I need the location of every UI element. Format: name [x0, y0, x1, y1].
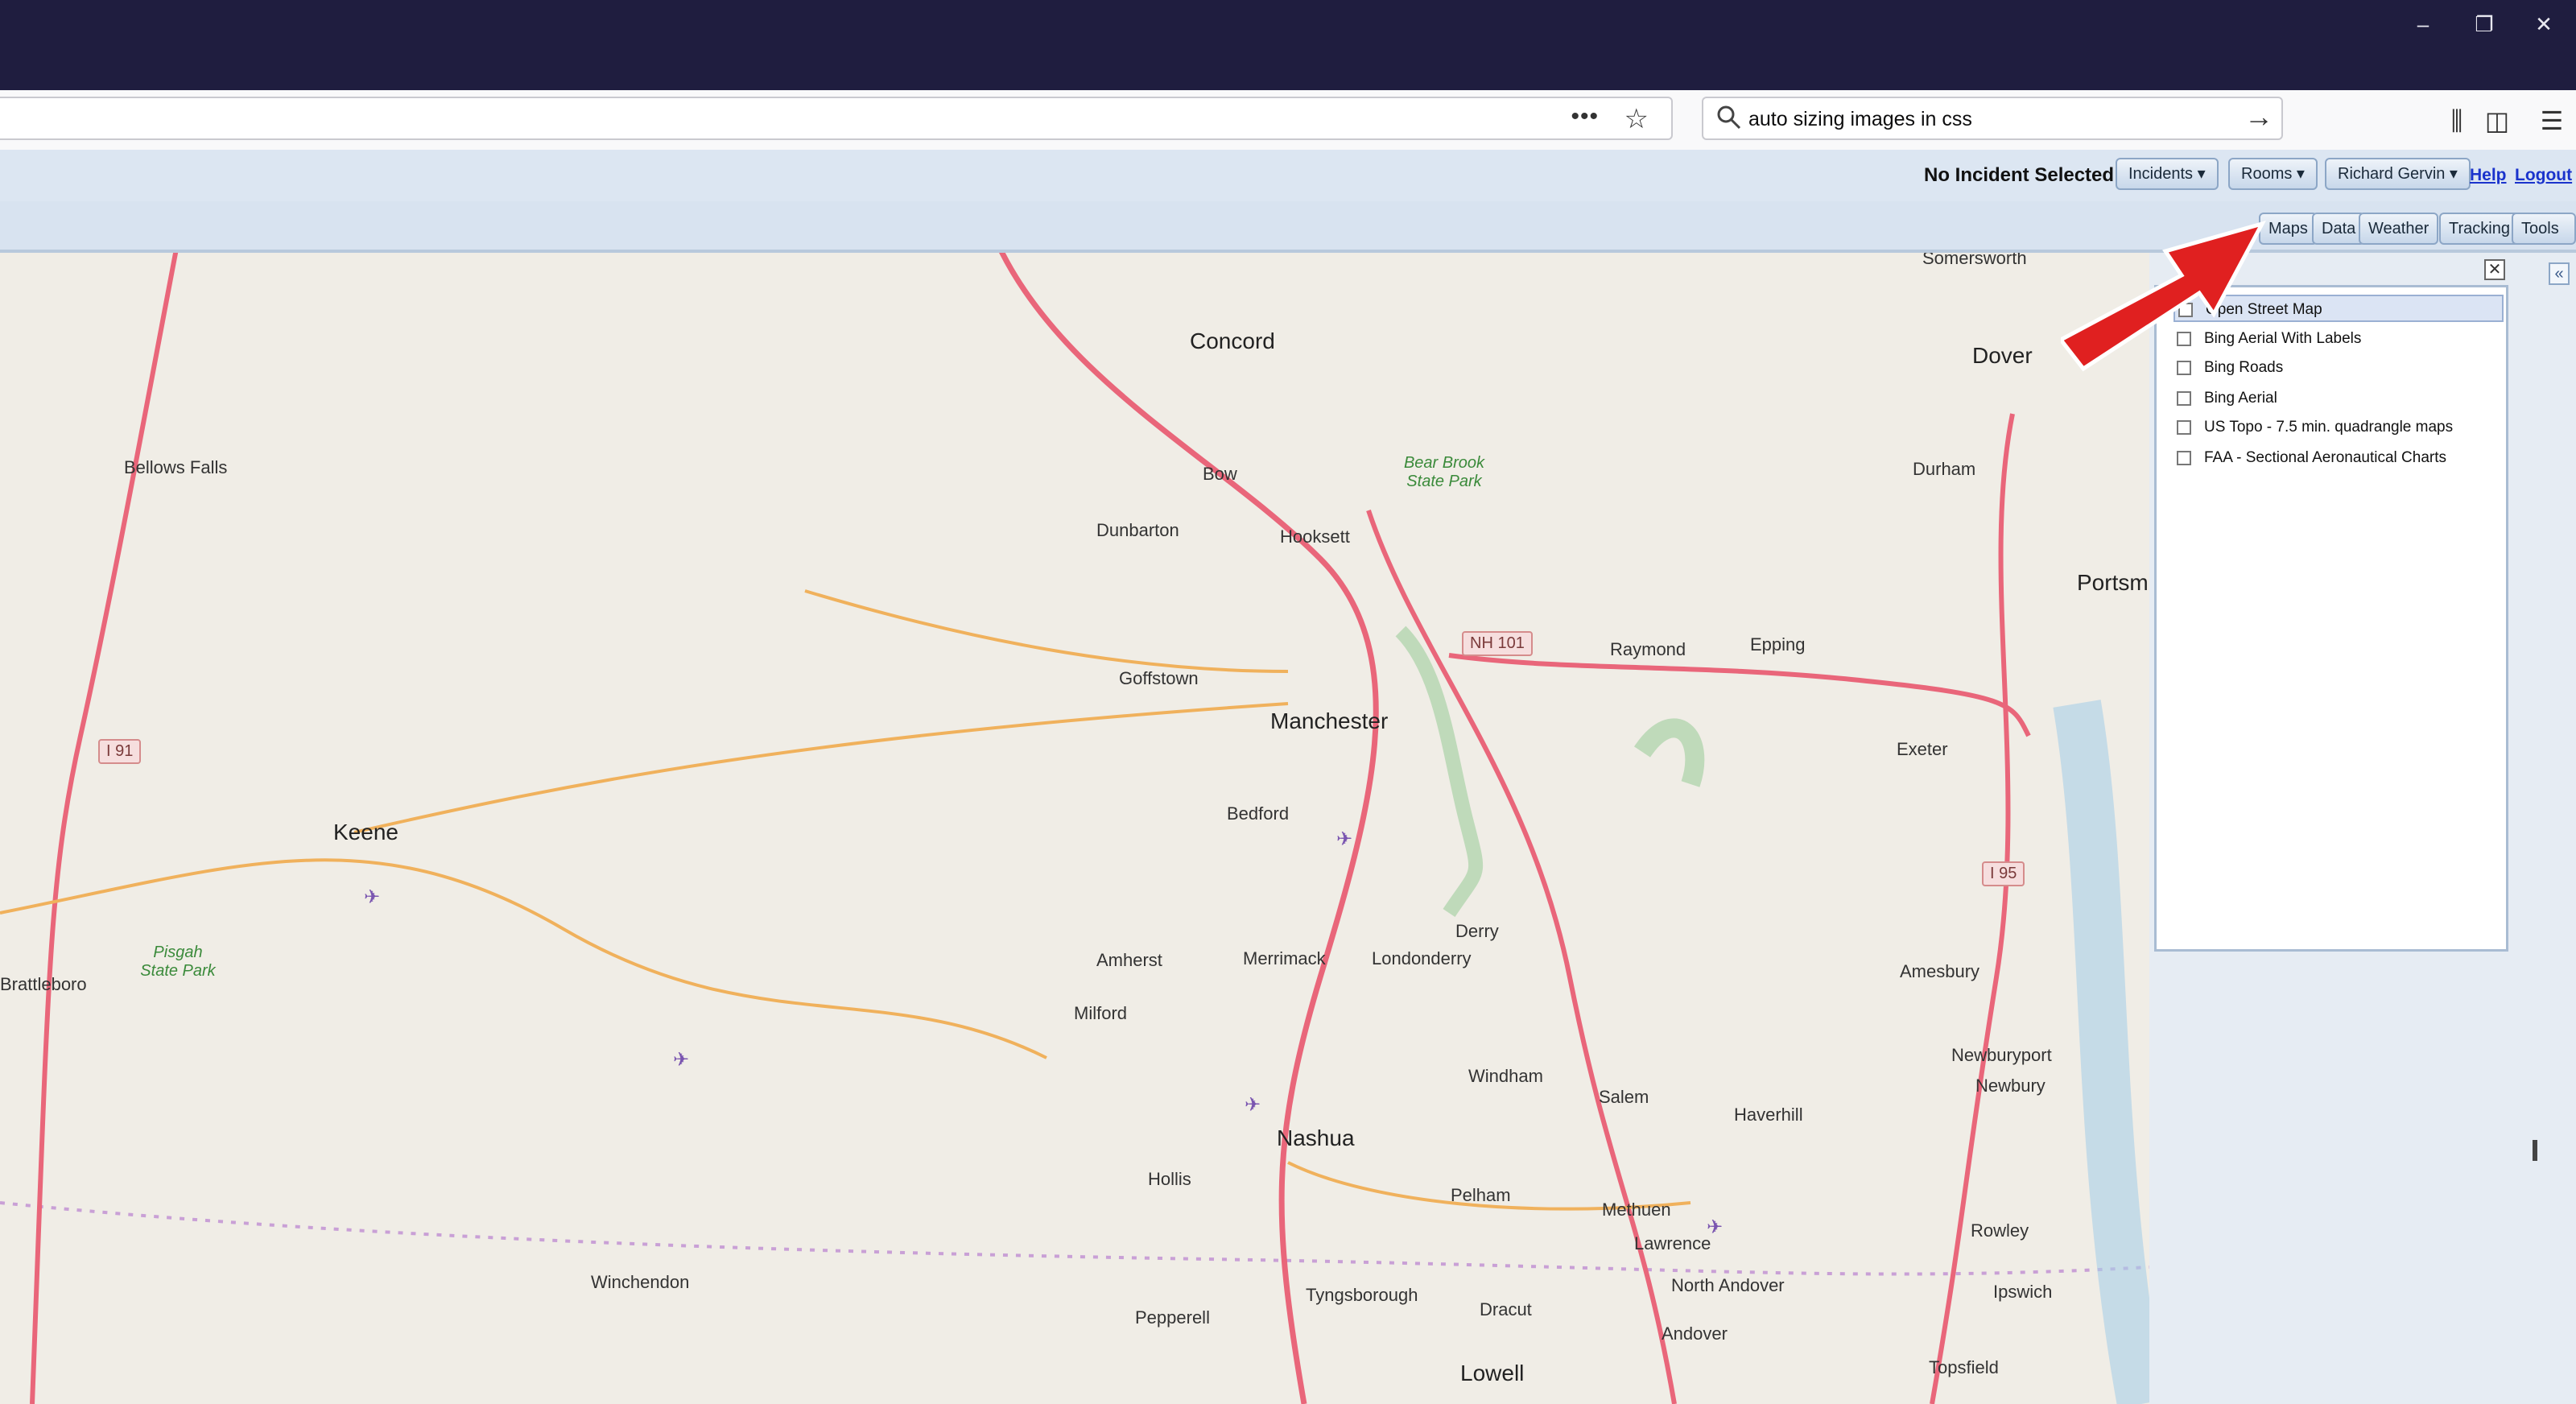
layer-checkbox[interactable] [2177, 391, 2191, 406]
map-label: Londonderry [1372, 948, 1472, 968]
map-label: Merrimack [1243, 948, 1326, 968]
tab-tracking[interactable]: Tracking [2439, 213, 2520, 245]
library-icon[interactable]: ⫼ [2439, 103, 2475, 138]
user-menu[interactable]: Richard Gervin ▾ [2325, 158, 2471, 190]
map-label: Winchendon [591, 1272, 690, 1292]
layer-label: US Topo - 7.5 min. quadrangle maps [2204, 419, 2454, 436]
tab-data[interactable]: Data [2312, 213, 2366, 245]
map-label: Ipswich [1993, 1282, 2053, 1302]
layer-item[interactable]: US Topo - 7.5 min. quadrangle maps [2174, 414, 2504, 441]
bookmark-star-icon[interactable]: ☆ [1624, 103, 1649, 135]
tab-tools[interactable]: Tools ▾ [2512, 213, 2576, 266]
route-shield: I 91 [98, 739, 142, 764]
map-label: Bellows Falls [124, 457, 228, 477]
layer-item[interactable]: Bing Aerial [2174, 385, 2504, 412]
search-bar[interactable]: auto sizing images in css → [1702, 97, 2283, 140]
page-actions-icon[interactable]: ••• [1571, 103, 1599, 130]
map-label: Durham [1913, 459, 1976, 479]
map-label: Salem [1599, 1087, 1649, 1107]
rooms-menu[interactable]: Rooms ▾ [2228, 158, 2318, 190]
airport-icon: ✈ [1707, 1216, 1724, 1238]
incidents-menu[interactable]: Incidents ▾ [2116, 158, 2219, 190]
browser-toolbar: ••• ☆ auto sizing images in css → ⫼ ◫ ☰ [0, 90, 2576, 151]
map-label: Keene [333, 820, 398, 844]
restore-button[interactable]: ❐ [2460, 6, 2508, 42]
airport-icon: ✈ [364, 886, 381, 908]
layer-label: Bing Aerial [2204, 390, 2277, 407]
annotation-arrow-icon [2061, 220, 2266, 372]
map-label: Lawrence [1634, 1233, 1711, 1253]
map-label: North Andover [1671, 1275, 1785, 1295]
airport-icon: ✈ [1336, 828, 1353, 850]
search-icon [1717, 105, 1741, 130]
map-label: Nashua [1277, 1125, 1355, 1150]
map-label: Pelham [1451, 1185, 1511, 1205]
close-window-button[interactable]: ✕ [2520, 6, 2568, 42]
route-shield: NH 101 [1462, 631, 1533, 656]
map-label: Exeter [1897, 739, 1948, 759]
map-label: Dracut [1480, 1299, 1532, 1319]
airport-icon: ✈ [673, 1049, 690, 1071]
map-label: Haverhill [1734, 1105, 1803, 1125]
incident-status: No Incident Selected [1924, 164, 2115, 186]
map-label: Topsfield [1929, 1357, 1999, 1377]
map-label: Amherst [1096, 950, 1162, 970]
map-label: Brattleboro [0, 974, 87, 994]
map-label: Hooksett [1280, 526, 1350, 547]
map-label: Goffstown [1119, 668, 1199, 688]
map-label: Bow [1203, 464, 1237, 484]
layer-label: FAA - Sectional Aeronautical Charts [2204, 449, 2446, 466]
menu-icon[interactable]: ☰ [2534, 103, 2570, 138]
map-label: Bedford [1227, 803, 1290, 824]
map-park-label: Bear Brook State Park [1403, 454, 1485, 490]
layer-checkbox[interactable] [2177, 420, 2191, 435]
search-go-icon[interactable]: → [2244, 100, 2273, 134]
map-label: Windham [1468, 1066, 1543, 1086]
map-label: Lowell [1460, 1361, 1525, 1385]
tab-weather[interactable]: Weather [2359, 213, 2439, 245]
map-park-label: Pisgah State Park [140, 944, 216, 980]
title-bar: – ❐ ✕ [0, 0, 2576, 90]
map-label: Newburyport [1951, 1045, 2052, 1065]
app-header: No Incident Selected Incidents ▾ Rooms ▾… [0, 150, 2576, 203]
map-label: Methuen [1602, 1200, 1671, 1220]
map-label: Concord [1190, 328, 1275, 353]
scroll-marker [2533, 1140, 2537, 1161]
map-label: Derry [1455, 921, 1499, 941]
url-bar[interactable]: ••• ☆ [0, 97, 1673, 140]
map-label: Dover [1972, 343, 2033, 368]
airport-icon: ✈ [1245, 1094, 1261, 1116]
route-shield: I 95 [1982, 861, 2025, 886]
map-label: Somersworth [1922, 253, 2027, 268]
map-label: Rowley [1971, 1220, 2029, 1241]
layer-checkbox[interactable] [2177, 451, 2191, 465]
map-roads [0, 253, 2149, 1404]
map-label: Hollis [1148, 1169, 1191, 1189]
map-label: Amesbury [1900, 961, 1980, 981]
sidebar-icon[interactable]: ◫ [2479, 103, 2515, 138]
search-input[interactable]: auto sizing images in css [1748, 108, 1972, 131]
collapse-panel-icon[interactable]: « [2549, 262, 2570, 285]
map-label: Pepperell [1135, 1307, 1210, 1328]
map-label: Newbury [1975, 1076, 2046, 1096]
layer-item[interactable]: FAA - Sectional Aeronautical Charts [2174, 444, 2504, 472]
map-canvas[interactable]: Concord Manchester Keene Nashua Lowell D… [0, 253, 2149, 1404]
map-label: Dunbarton [1096, 520, 1179, 540]
close-icon[interactable]: ✕ [2484, 259, 2505, 280]
map-label: Andover [1662, 1323, 1728, 1344]
map-label: Raymond [1610, 639, 1686, 659]
map-label: Epping [1750, 634, 1806, 655]
help-link[interactable]: Help [2470, 166, 2507, 185]
map-label: Portsm [2077, 570, 2149, 595]
map-label: Manchester [1270, 708, 1389, 733]
map-label: Tyngsborough [1306, 1285, 1418, 1305]
map-label: Milford [1074, 1003, 1128, 1023]
minimize-button[interactable]: – [2399, 6, 2447, 42]
logout-link[interactable]: Logout [2515, 166, 2572, 185]
